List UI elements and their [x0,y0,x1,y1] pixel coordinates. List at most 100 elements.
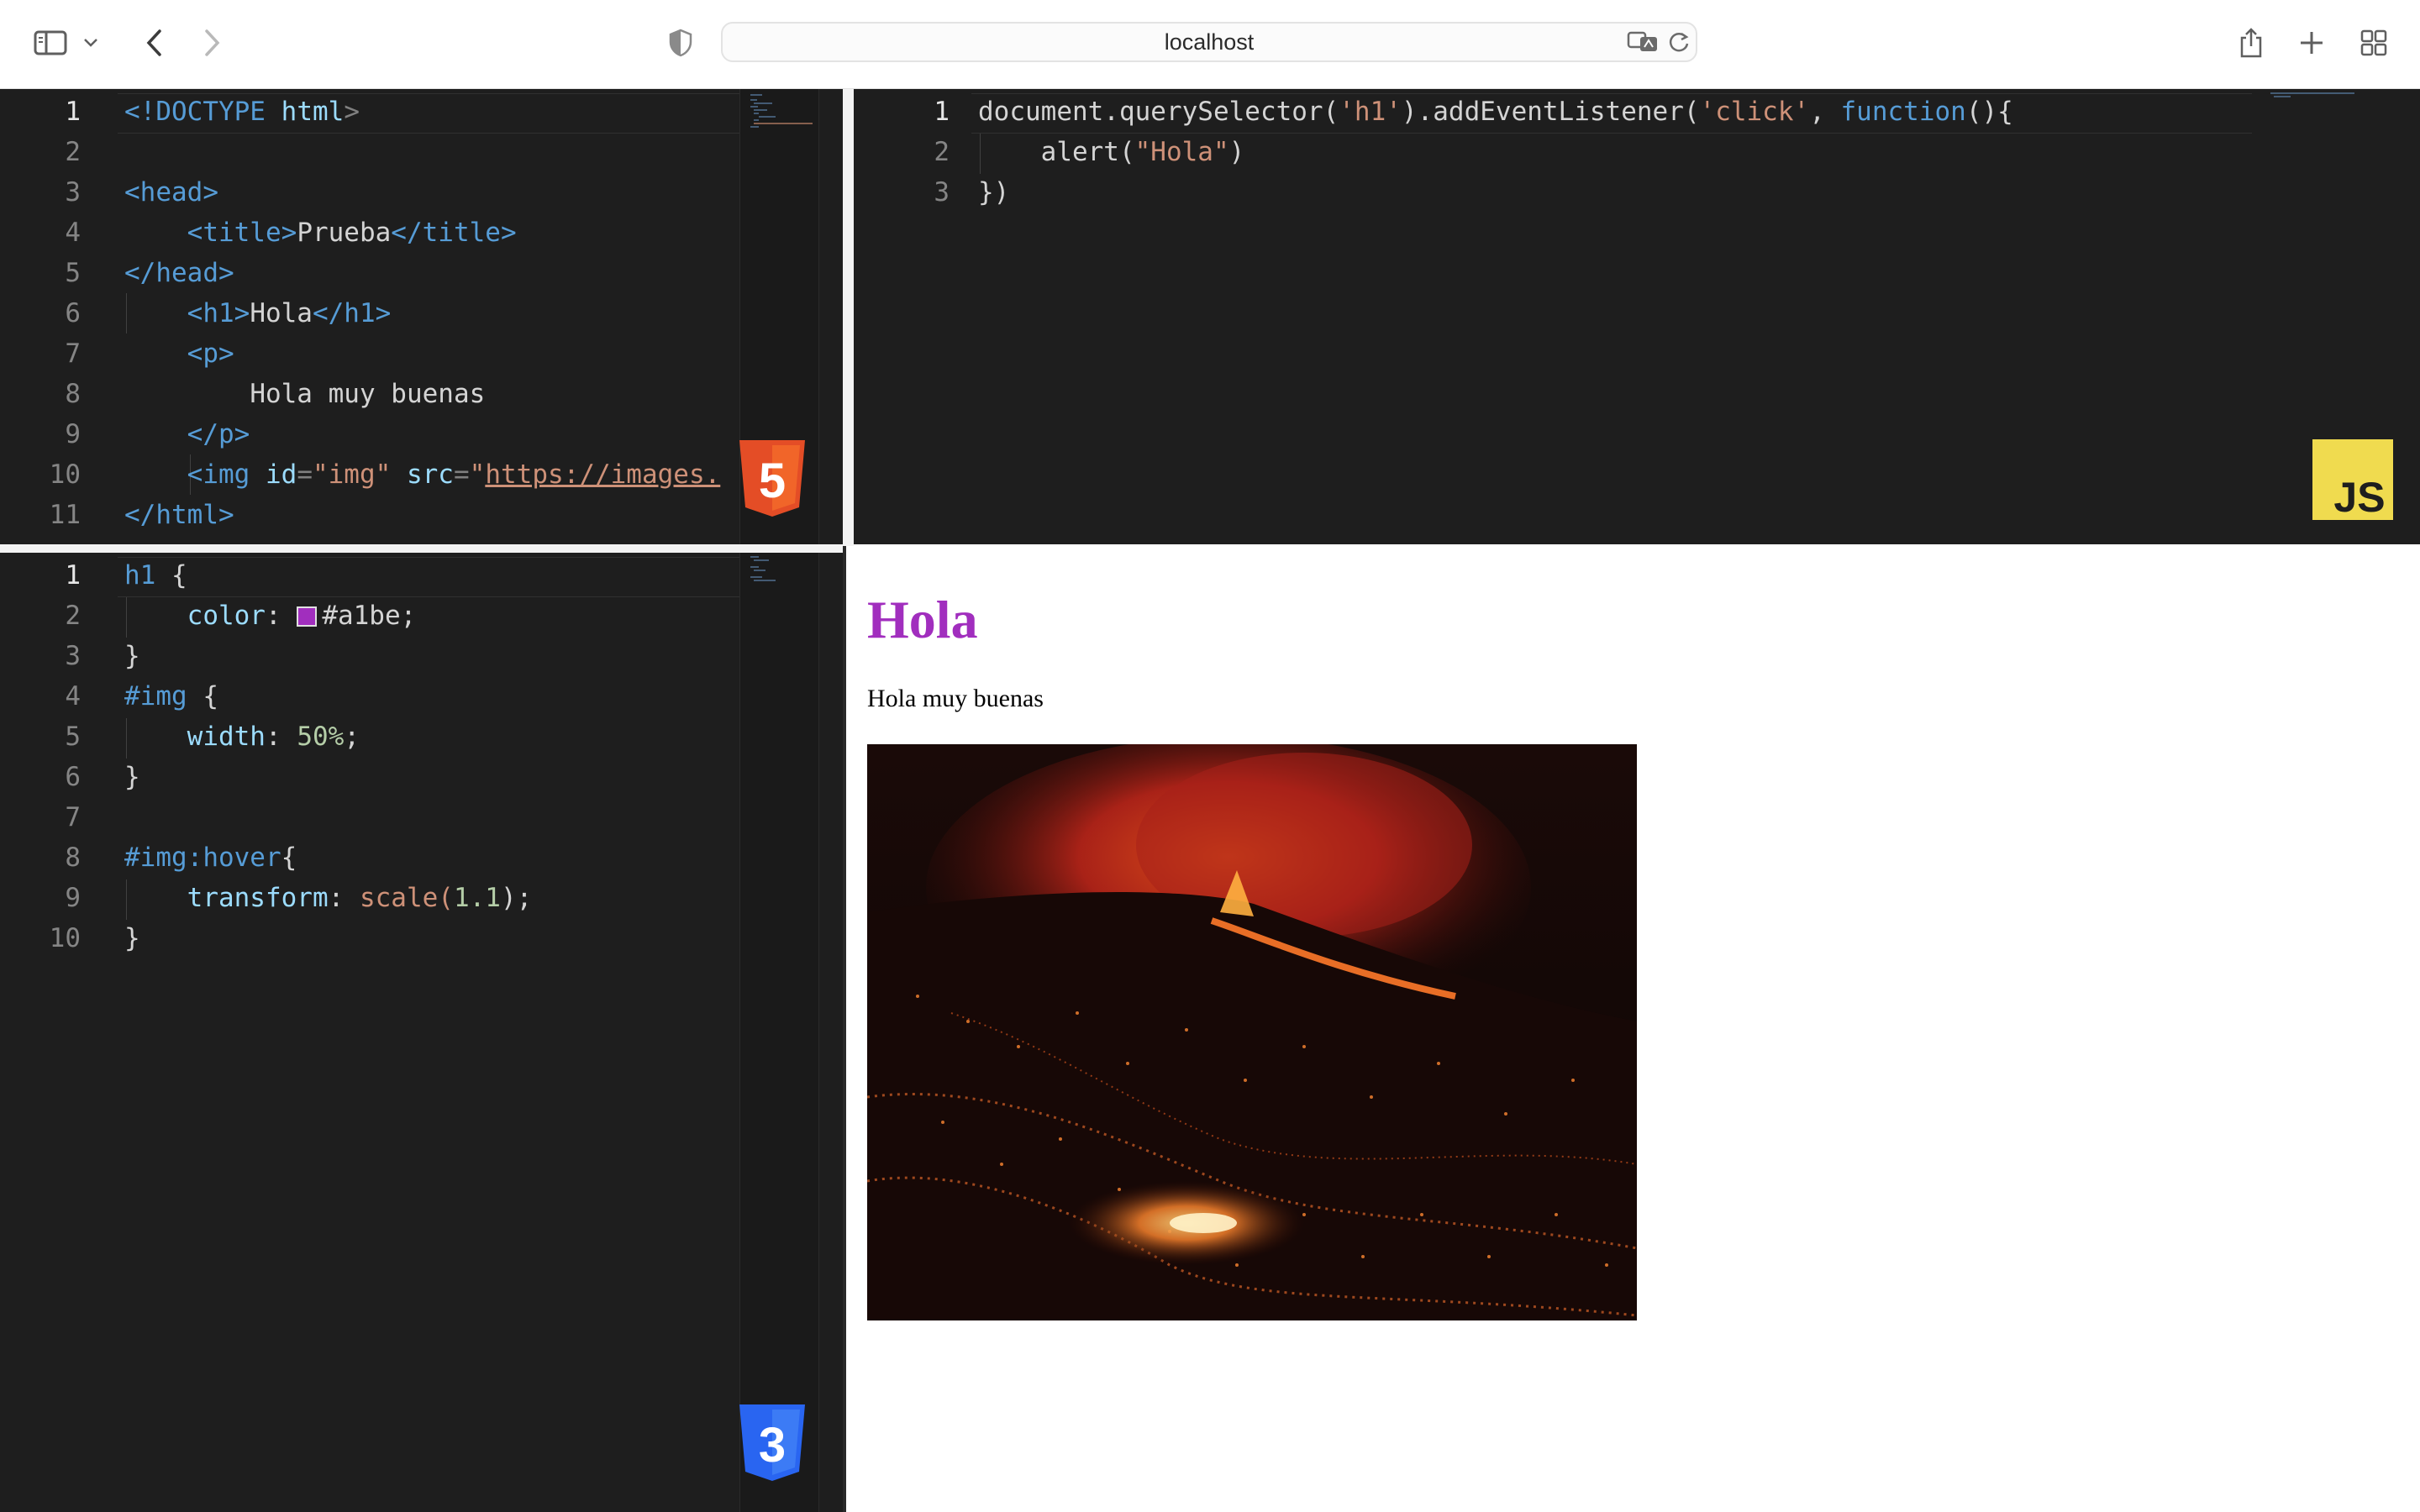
js-string: 'click' [1699,97,1810,127]
css-selector: h1 [124,560,156,591]
sidebar-icon[interactable] [30,24,72,62]
css-selector: #img:hover [124,843,281,873]
minimap[interactable] [739,553,821,1512]
preview-paragraph: Hola muy buenas [867,685,1044,712]
plus-icon[interactable] [2291,24,2333,62]
css-editor[interactable]: 1 h1 { 2 color: #a1be; 3} 4 #img { 5 width… [0,553,843,1512]
preview-pane[interactable]: Hola Hola muy buenas [854,546,2420,1512]
css-code[interactable]: 1 h1 { 2 color: #a1be; 3} 4 #img { 5 width… [0,555,843,958]
tab-grid-icon[interactable] [2353,24,2395,62]
forward-icon[interactable] [192,24,234,62]
line-number: 2 [65,601,81,631]
line-number: 1 [65,97,81,127]
share-icon[interactable] [2230,24,2272,62]
code-line[interactable]: 3} [0,636,843,676]
minimap-line [750,94,762,96]
code-line[interactable]: 8 #img:hover{ [0,837,843,878]
translate-icon[interactable] [1627,30,1660,58]
code-line[interactable]: 10 <img id="img" src="https://images. [0,454,843,495]
html-keyword: html [281,97,345,127]
attr-src: src [406,459,454,490]
reload-icon[interactable] [1667,30,1691,58]
minimap-line [754,102,772,104]
html-close-tag: </html> [124,500,234,530]
code-line[interactable]: 1 <!DOCTYPE html> [0,92,843,132]
vertical-divider[interactable] [843,89,854,546]
code-line[interactable]: 9 transform: scale(1.1); [0,878,843,918]
line-number: 10 [49,923,81,953]
js-logo-text: JS [2333,474,2385,520]
code-line[interactable]: 4 <title>Prueba</title> [0,213,843,253]
code-line[interactable]: 3}) [854,172,2420,213]
html-editor[interactable]: 1 <!DOCTYPE html> 2 3 <head> 4 <title>Prue… [0,89,843,544]
brace: { [155,560,187,591]
js-token: }) [978,177,1010,207]
brace: } [124,762,140,792]
line-number: 4 [65,218,81,248]
colon: : [265,722,297,752]
css-number: 1.1 [453,883,501,913]
html-code[interactable]: 1 <!DOCTYPE html> 2 3 <head> 4 <title>Prue… [0,92,843,535]
chevron-down-icon[interactable] [76,24,106,62]
line-number: 10 [49,459,81,490]
title-open-tag: <title> [187,218,297,248]
code-line[interactable]: 2 [0,132,843,172]
code-line[interactable]: 6 <h1>Hola</h1> [0,293,843,333]
attr-id: id [265,459,297,490]
line-number: 3 [65,177,81,207]
code-line[interactable]: 9 </p> [0,414,843,454]
minimap-line [754,580,776,581]
code-line[interactable]: 4 #img { [0,676,843,717]
line-number: 8 [65,843,81,873]
line-number: 7 [65,802,81,832]
line-number: 1 [65,560,81,591]
color-swatch[interactable] [297,606,318,627]
horizontal-divider[interactable] [0,544,843,553]
js-string: "Hola" [1134,137,1229,167]
code-line[interactable]: 3 <head> [0,172,843,213]
line-number: 7 [65,339,81,369]
code-line[interactable]: 2 color: #a1be; [0,596,843,636]
line-number: 3 [65,641,81,671]
css-property: color [187,601,266,631]
js-token: alert( [1040,137,1135,167]
code-line[interactable]: 5 </head> [0,253,843,293]
minimap-line [759,116,776,118]
code-line[interactable]: 2 alert("Hola") [854,132,2420,172]
line-number: 6 [65,762,81,792]
volcano-image[interactable] [867,744,1637,1320]
line-number: 5 [65,258,81,288]
line-number: 9 [65,419,81,449]
p-close-tag: </p> [187,419,250,449]
js-editor[interactable]: 1 document.querySelector('h1').addEventLi… [854,89,2420,544]
scrollbar[interactable] [818,89,843,544]
preview-heading[interactable]: Hola [867,586,978,654]
id-value: "img" [312,459,392,490]
back-icon[interactable] [133,24,175,62]
minimap-line [754,123,813,124]
h1-text: Hola [250,298,313,328]
code-line[interactable]: 6} [0,757,843,797]
equals: = [297,459,313,490]
js-logo: JS [2312,439,2393,523]
src-link[interactable]: https://images. [485,459,720,490]
title-text: Prueba [297,218,392,248]
code-line[interactable]: 1 document.querySelector('h1').addEventLi… [854,92,2420,132]
code-line[interactable]: 7 [0,797,843,837]
code-line[interactable]: 1 h1 { [0,555,843,596]
brace: } [124,923,140,953]
scrollbar[interactable] [818,553,843,1512]
js-code[interactable]: 1 document.querySelector('h1').addEventLi… [854,92,2420,213]
code-line[interactable]: 8 Hola muy buenas [0,374,843,414]
url-text[interactable]: localhost [723,24,1696,60]
js-string: 'h1' [1339,97,1402,127]
css-token: ); [500,883,533,913]
html5-logo: 5 [736,438,808,522]
code-line[interactable]: 7 <p> [0,333,843,374]
code-line[interactable]: 11 </html> [0,495,843,535]
shield-icon[interactable] [660,24,702,62]
code-line[interactable]: 10} [0,918,843,958]
line-number: 3 [934,177,950,207]
code-line[interactable]: 5 width: 50%; [0,717,843,757]
address-bar[interactable]: localhost [721,22,1697,62]
